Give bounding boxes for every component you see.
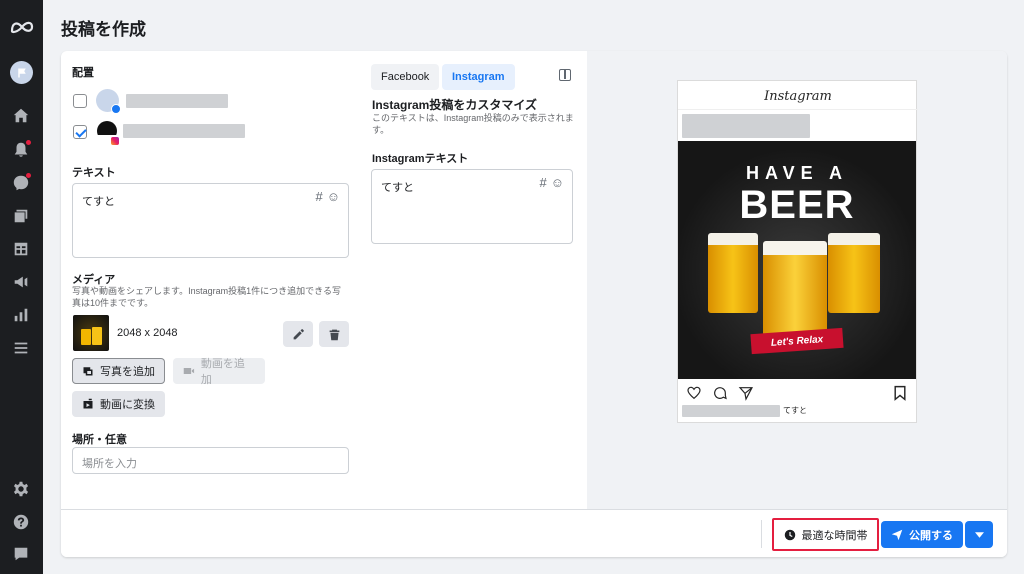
hashtag-icon[interactable]: # [315, 189, 322, 204]
post-image: HAVE A BEER Let's Relax [678, 141, 916, 379]
trash-icon [329, 329, 339, 340]
add-photo-icon [83, 367, 93, 376]
instagram-text-value: てすと [381, 182, 414, 194]
meta-logo-icon[interactable] [10, 17, 34, 37]
preview-column: Instagram HAVE A BEER Let's Relax てすと [587, 51, 1007, 509]
planner-icon[interactable] [11, 239, 31, 259]
add-video-icon [183, 368, 195, 374]
post-text-value: てすと [82, 196, 115, 208]
location-input[interactable]: 場所を入力 [72, 447, 349, 474]
chevron-down-icon [974, 531, 984, 538]
ads-icon[interactable] [11, 272, 31, 292]
footer-divider [761, 520, 762, 548]
platform-customize-column: Facebook Instagram Instagram投稿をカスタマイズ この… [359, 51, 587, 509]
image-text-main: BEER [739, 183, 855, 227]
preview-actions [686, 385, 754, 401]
media-dimensions: 2048 x 2048 [117, 327, 178, 339]
tab-facebook[interactable]: Facebook [371, 64, 440, 90]
publish-options-dropdown[interactable] [965, 521, 993, 548]
messages-icon[interactable] [11, 173, 31, 193]
preview-caption-account-redacted [682, 405, 780, 417]
preview-divider [678, 109, 918, 110]
post-settings-column: 配置 テキスト てすと # ☺ メディア 写真や動画をシェアします。Instagr… [61, 51, 359, 509]
publish-button[interactable]: 公開する [881, 521, 963, 548]
convert-video-icon [83, 398, 93, 409]
media-help-text-1: 写真や動画をシェアします。Instagram投稿1件につき追加できる写 [72, 286, 341, 296]
beer-mug-right [828, 233, 880, 313]
settings-icon[interactable] [11, 479, 31, 499]
add-video-button[interactable]: 動画を追加 [173, 358, 265, 386]
help-icon[interactable] [11, 512, 31, 532]
image-text-top: HAVE A [745, 163, 848, 183]
best-time-button[interactable]: 最適な時間帯 [772, 518, 879, 551]
facebook-badge-icon [111, 104, 121, 114]
message-dot [26, 173, 31, 178]
instagram-logo: Instagram [764, 89, 832, 104]
customize-title: Instagram投稿をカスタマイズ [372, 98, 537, 112]
feedback-icon[interactable] [11, 544, 31, 564]
best-time-label: 最適な時間帯 [801, 529, 868, 542]
delete-media-button[interactable] [319, 321, 349, 347]
facebook-placement-checkbox[interactable] [73, 94, 87, 108]
emoji-icon[interactable]: ☺ [327, 189, 340, 204]
home-icon[interactable] [11, 106, 31, 126]
share-icon [738, 387, 753, 401]
instagram-placement-checkbox[interactable] [73, 125, 87, 139]
edit-media-button[interactable] [283, 321, 313, 347]
customize-help-1: このテキストは、Instagram投稿のみで表示されま [372, 113, 574, 123]
layout-toggle-icon[interactable] [559, 69, 571, 81]
beer-mug-left [708, 233, 758, 313]
convert-video-label: 動画に変換 [100, 399, 155, 411]
media-help-text-2: 真は10件までです。 [72, 298, 154, 308]
instagram-badge-icon [110, 136, 120, 146]
beer-mug-center [763, 241, 827, 336]
pencil-icon [293, 328, 304, 339]
insights-icon[interactable] [11, 305, 31, 325]
instagram-text-field[interactable]: てすと # ☺ [371, 169, 573, 244]
preview-save [893, 385, 907, 404]
comment-icon [714, 387, 727, 400]
instagram-text-label: Instagramテキスト [372, 153, 469, 165]
add-photo-button[interactable]: 写真を追加 [72, 358, 165, 384]
add-photo-label: 写真を追加 [100, 366, 155, 378]
tab-instagram[interactable]: Instagram [442, 64, 515, 90]
post-text-field[interactable]: てすと # ☺ [72, 183, 349, 258]
preview-account-redacted [682, 114, 810, 138]
action-footer: 最適な時間帯 公開する [61, 509, 1007, 557]
instagram-account-name-redacted [123, 124, 245, 138]
menu-icon[interactable] [11, 338, 31, 358]
facebook-page-name-redacted [126, 94, 228, 108]
instagram-post-preview: Instagram HAVE A BEER Let's Relax てすと [677, 80, 918, 423]
text-label: テキスト [72, 167, 116, 179]
create-post-card: 配置 テキスト てすと # ☺ メディア 写真や動画をシェアします。Instagr… [61, 51, 1007, 557]
emoji-icon[interactable]: ☺ [551, 175, 564, 190]
preview-caption: てすと [783, 406, 807, 415]
add-video-label: 動画を追加 [200, 358, 245, 386]
account-avatar[interactable] [10, 61, 33, 84]
sidebar [0, 0, 43, 574]
customize-panel: Facebook Instagram Instagram投稿をカスタマイズ この… [359, 51, 587, 509]
notification-dot [26, 140, 31, 145]
media-thumbnail [73, 315, 109, 351]
publish-label: 公開する [909, 529, 953, 542]
clock-icon [784, 529, 795, 540]
send-icon [891, 529, 903, 540]
customize-help-2: す。 [372, 125, 390, 135]
page-title: 投稿を作成 [61, 20, 146, 39]
content-icon[interactable] [11, 206, 31, 226]
bookmark-icon [894, 385, 906, 401]
placement-label: 配置 [72, 67, 94, 79]
heart-icon [687, 386, 701, 400]
hashtag-icon[interactable]: # [539, 175, 546, 190]
convert-to-video-button[interactable]: 動画に変換 [72, 391, 165, 417]
location-label: 場所・任意 [72, 434, 127, 446]
notifications-icon[interactable] [11, 140, 31, 160]
